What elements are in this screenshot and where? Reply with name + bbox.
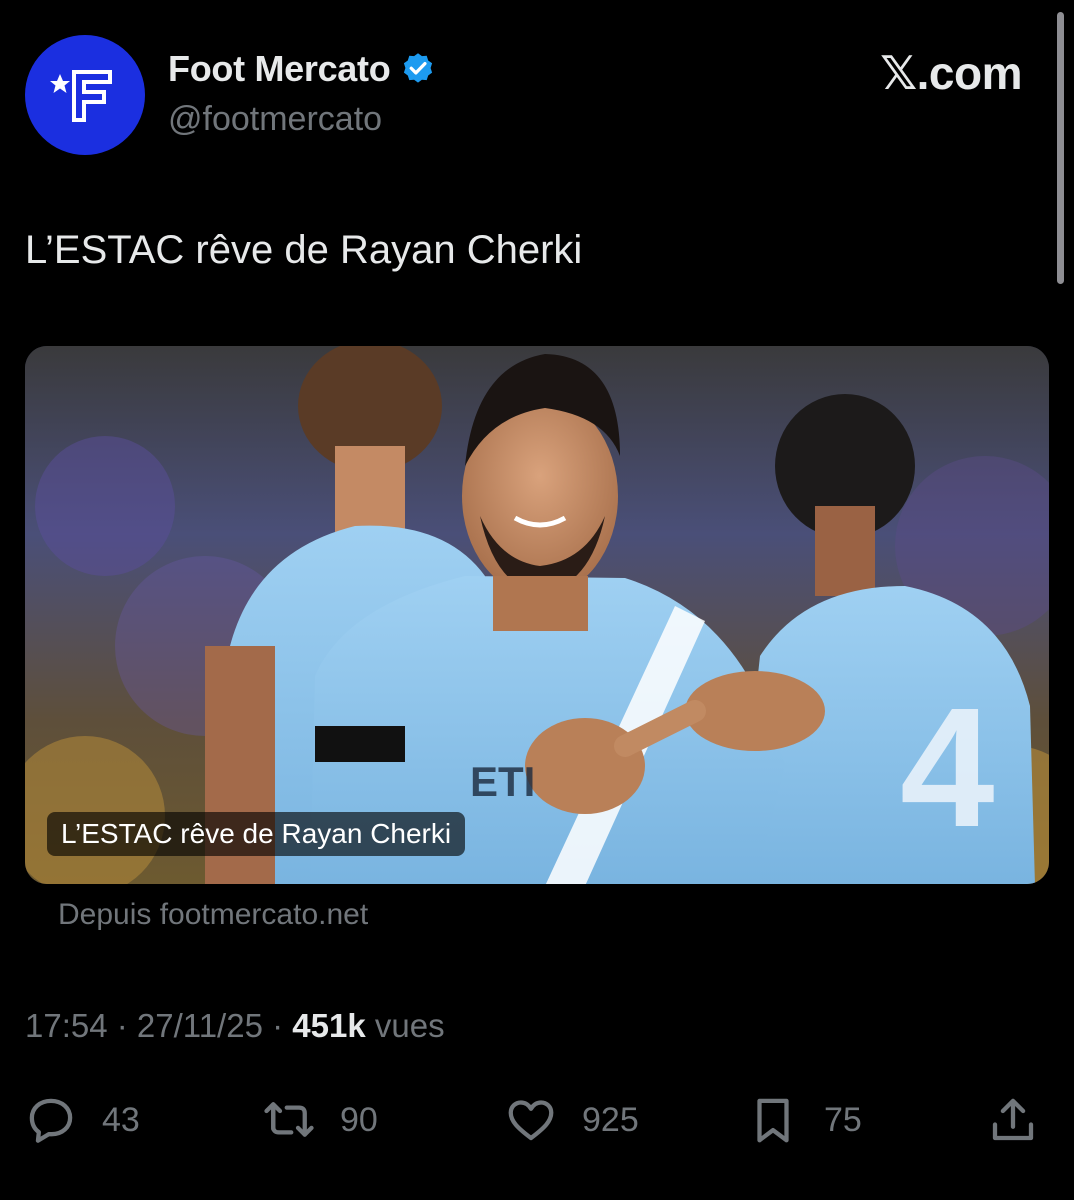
tweet-time[interactable]: 17:54: [25, 1007, 108, 1044]
link-card[interactable]: 4 ETI L’ESTAC rêve de Rayan Cherki: [25, 346, 1049, 884]
like-button[interactable]: 925: [504, 1090, 639, 1150]
heart-icon: [508, 1100, 554, 1141]
action-bar: 43 90 925 75: [0, 1090, 1074, 1150]
repost-count: 90: [340, 1100, 378, 1139]
reply-count: 43: [102, 1100, 140, 1139]
bookmark-count: 75: [824, 1100, 862, 1139]
tweet-meta: 17:54 · 27/11/25 · 451k vues: [25, 1007, 445, 1045]
reply-icon: [29, 1098, 73, 1143]
reply-button[interactable]: 43: [24, 1090, 140, 1150]
share-icon: [992, 1098, 1034, 1141]
svg-text:4: 4: [900, 673, 995, 863]
repost-button[interactable]: 90: [262, 1090, 378, 1150]
author-handle[interactable]: @footmercato: [168, 100, 382, 139]
tweet-date[interactable]: 27/11/25: [137, 1007, 263, 1044]
tweet-text: L’ESTAC rêve de Rayan Cherki: [25, 228, 583, 272]
bookmark-icon: [757, 1098, 789, 1143]
views-label: vues: [374, 1007, 445, 1044]
svg-text:ETI: ETI: [470, 758, 535, 805]
author-display-name[interactable]: Foot Mercato: [168, 48, 436, 90]
repost-icon: [264, 1102, 314, 1137]
display-name-text: Foot Mercato: [168, 48, 391, 89]
card-caption: L’ESTAC rêve de Rayan Cherki: [47, 812, 466, 856]
footmercato-logo: [50, 70, 112, 122]
bookmark-button[interactable]: 75: [746, 1090, 862, 1150]
share-button[interactable]: [986, 1090, 1040, 1150]
scrollbar[interactable]: [1057, 12, 1064, 284]
meta-separator: ·: [107, 1007, 137, 1044]
avatar[interactable]: [25, 35, 145, 155]
meta-separator: ·: [262, 1007, 293, 1044]
card-source[interactable]: Depuis footmercato.net: [58, 898, 368, 932]
views-count[interactable]: 451k: [292, 1007, 365, 1044]
like-count: 925: [582, 1100, 639, 1139]
card-photo: 4 ETI: [25, 346, 1049, 884]
x-logo[interactable]: 𝕏.com: [880, 46, 1022, 100]
verified-badge-icon: [404, 53, 433, 83]
